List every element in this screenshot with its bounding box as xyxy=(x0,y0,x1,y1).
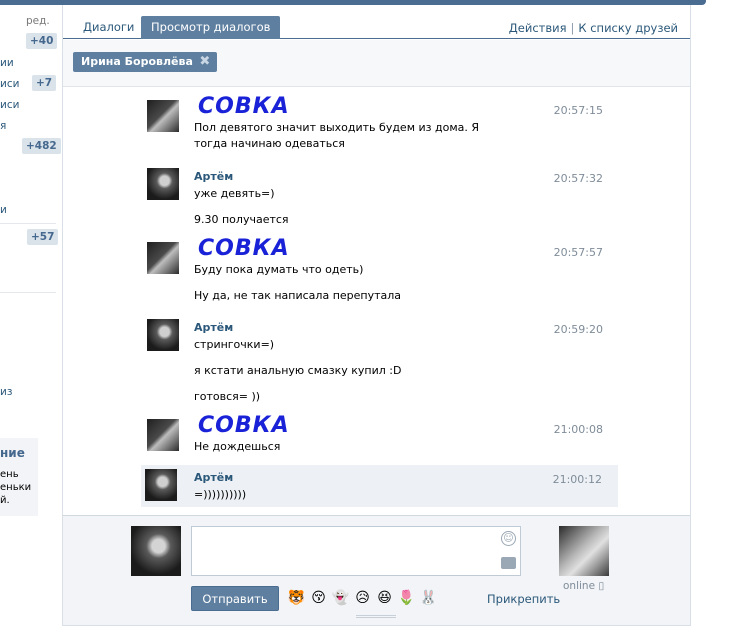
friends-list-link[interactable]: К списку друзей xyxy=(578,21,678,35)
interlocutor-chip[interactable]: Ирина Боровлёва ✖ xyxy=(73,52,217,72)
info-box-line: ень xyxy=(0,469,19,480)
counter-badge[interactable]: +7 xyxy=(32,75,57,91)
avatar[interactable] xyxy=(147,419,179,451)
message-item[interactable]: СОВКА 20:57:57 Буду пока думать что одет… xyxy=(143,236,619,308)
author-name[interactable]: Артём xyxy=(194,321,233,334)
smiley-icon[interactable]: ☺ xyxy=(501,531,516,546)
conversation-filter: Ирина Боровлёва ✖ xyxy=(63,40,690,87)
message-composer: ☺ online ▯ Отправить 🐯 😚 👻 😥 😆 🌷 🐰 Прикрепить xyxy=(63,515,690,625)
own-avatar[interactable] xyxy=(131,526,181,576)
avatar[interactable] xyxy=(147,100,179,132)
message-text: Ну да, не так написала перепутала xyxy=(194,289,402,302)
ghost-emoji-icon[interactable]: 👻 xyxy=(331,589,350,607)
tab-dialogs[interactable]: Диалоги xyxy=(73,16,144,39)
message-time: 20:57:15 xyxy=(553,104,603,117)
avatar[interactable] xyxy=(145,469,177,501)
message-history: СОВКА 20:57:15 Пол девятого значит выход… xyxy=(63,88,690,515)
tab-bar: Диалоги Просмотр диалогов Действия | К спи… xyxy=(63,5,690,39)
online-status: online ▯ xyxy=(563,580,604,592)
sidebar-divider xyxy=(0,292,56,293)
info-box-line: еньки xyxy=(0,482,32,493)
avatar[interactable] xyxy=(147,168,179,200)
counter-badge[interactable]: +57 xyxy=(27,229,59,245)
message-item[interactable]: Артём 20:57:32 уже девять=) 9.30 получае… xyxy=(143,164,619,230)
message-time: 21:00:08 xyxy=(553,423,603,436)
actions-link[interactable]: Действия xyxy=(509,21,567,35)
message-text: готовся= )) xyxy=(194,390,261,403)
edit-link[interactable]: ред. xyxy=(26,15,50,27)
message-text: уже девять=) xyxy=(194,187,275,200)
message-item[interactable]: Артём 21:00:12 =)))))))))) xyxy=(141,465,618,507)
counter-badge[interactable]: +40 xyxy=(26,33,58,49)
message-text: Не дождешься xyxy=(194,440,281,453)
author-name[interactable]: Артём xyxy=(194,471,233,484)
sidebar-info-box: ние ень еньки й. xyxy=(0,438,38,516)
info-box-line: й. xyxy=(0,495,10,506)
resize-handle[interactable] xyxy=(356,615,396,618)
sidebar-item-fragment[interactable]: ии xyxy=(0,57,14,69)
flower-emoji-icon[interactable]: 🌷 xyxy=(397,589,416,607)
attach-link[interactable]: Прикрепить xyxy=(487,592,560,606)
sidebar-item-fragment[interactable]: из xyxy=(0,386,12,398)
sidebar-divider xyxy=(0,223,56,224)
message-time: 20:59:20 xyxy=(553,323,603,336)
sidebar-item-fragment[interactable]: я xyxy=(0,120,6,132)
tab-view-dialogs[interactable]: Просмотр диалогов xyxy=(141,16,281,39)
message-text: 9.30 получается xyxy=(194,213,289,226)
sidebar-item-fragment[interactable]: и xyxy=(0,204,7,216)
emoji-bar: 🐯 😚 👻 😥 😆 🌷 🐰 xyxy=(287,589,441,609)
message-text: Пол девятого значит выходить будем из до… xyxy=(194,121,479,150)
camera-icon[interactable] xyxy=(501,557,516,569)
message-text: =)))))))))) xyxy=(194,488,247,501)
send-button[interactable]: Отправить xyxy=(191,586,279,611)
online-label: online xyxy=(563,580,596,592)
interlocutor-name: Ирина Боровлёва xyxy=(81,55,193,68)
left-sidebar: ред. +40 ии +7 иси иси я +482 и +57 из н… xyxy=(0,5,61,643)
sidebar-item-fragment[interactable]: иси xyxy=(0,78,19,90)
mobile-icon: ▯ xyxy=(598,580,605,592)
link-separator: | xyxy=(570,21,575,35)
message-item[interactable]: Артём 20:59:20 стрингочки=) я кстати ана… xyxy=(143,315,619,411)
author-scrawl: СОВКА xyxy=(198,413,290,438)
message-item[interactable]: СОВКА 21:00:08 Не дождешься xyxy=(143,413,619,459)
laugh-emoji-icon[interactable]: 😆 xyxy=(375,589,394,607)
messages-panel: Диалоги Просмотр диалогов Действия | К спи… xyxy=(62,5,691,626)
tiger-emoji-icon[interactable]: 🐯 xyxy=(287,589,306,607)
avatar[interactable] xyxy=(147,319,179,351)
info-box-title: ние xyxy=(0,446,25,460)
rabbit-emoji-icon[interactable]: 🐰 xyxy=(419,589,438,607)
close-icon[interactable]: ✖ xyxy=(198,52,212,72)
author-scrawl: СОВКА xyxy=(198,236,290,261)
counter-badge[interactable]: +482 xyxy=(22,138,61,154)
header-links: Действия | К списку друзей xyxy=(509,21,678,35)
message-time: 20:57:57 xyxy=(553,246,603,259)
message-time: 20:57:32 xyxy=(553,172,603,185)
sidebar-item-fragment[interactable]: иси xyxy=(0,99,19,111)
message-text: стрингочки=) xyxy=(194,338,275,351)
author-scrawl: СОВКА xyxy=(198,94,290,119)
avatar[interactable] xyxy=(147,242,179,274)
kiss-emoji-icon[interactable]: 😚 xyxy=(309,589,328,607)
message-time: 21:00:12 xyxy=(552,473,602,486)
peer-avatar[interactable] xyxy=(559,526,609,576)
message-input[interactable]: ☺ xyxy=(191,526,521,576)
sad-emoji-icon[interactable]: 😥 xyxy=(353,589,372,607)
message-text: Буду пока думать что одеть) xyxy=(194,263,364,276)
author-name[interactable]: Артём xyxy=(194,170,233,183)
message-text: я кстати анальную смазку купил :D xyxy=(194,364,402,377)
message-item[interactable]: СОВКА 20:57:15 Пол девятого значит выход… xyxy=(143,94,619,156)
